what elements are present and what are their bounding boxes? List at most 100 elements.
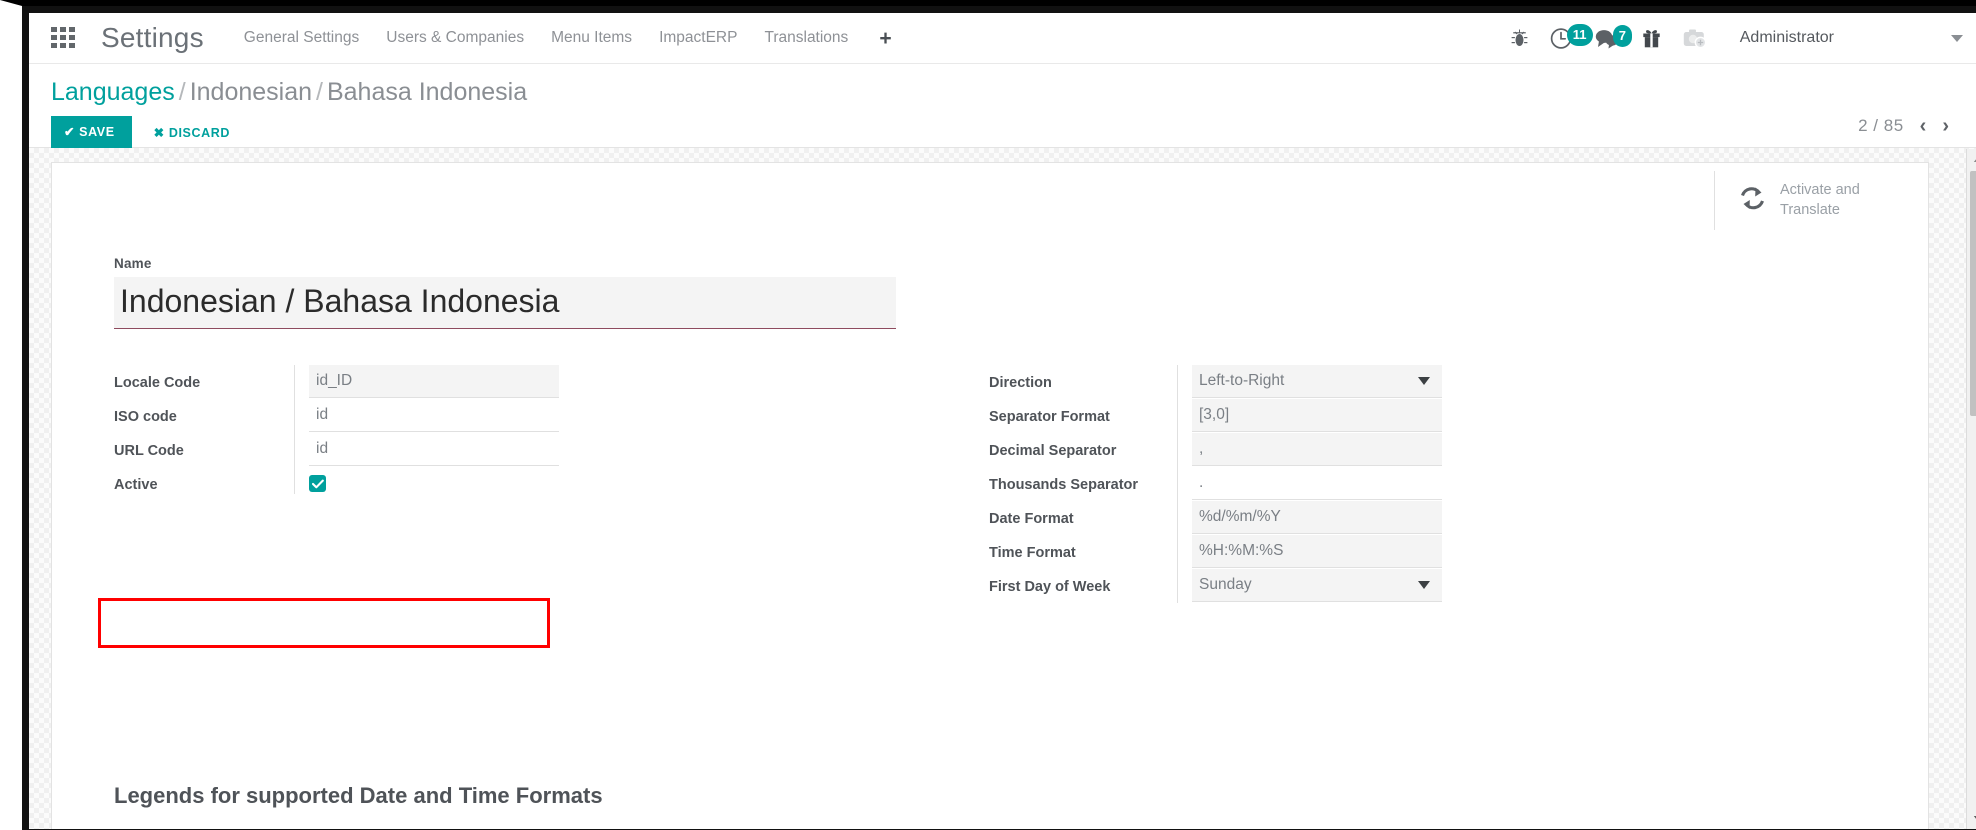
gift-icon[interactable] — [1642, 28, 1661, 48]
field-row-date-format: Date Format — [989, 501, 1844, 536]
direction-select-wrap — [1192, 365, 1442, 399]
active-label: Active — [114, 477, 158, 494]
first-day-of-week-value-cell — [1177, 569, 1844, 604]
window-frame-left — [22, 6, 29, 830]
date-format-input[interactable] — [1192, 501, 1442, 535]
clock-icon[interactable]: 11 — [1550, 23, 1593, 50]
pager-prev-icon[interactable]: ‹ — [1920, 116, 1927, 136]
scrollbar-thumb[interactable] — [1970, 171, 1976, 416]
decimal-separator-label: Decimal Separator — [989, 443, 1117, 460]
url-code-value-cell — [294, 433, 969, 468]
locale-code-value-cell — [294, 365, 969, 400]
field-row-decimal-separator: Decimal Separator — [989, 433, 1844, 468]
field-row-active: Active — [114, 467, 969, 500]
first-day-of-week-select[interactable] — [1192, 569, 1442, 603]
decimal-separator-value-cell — [1177, 433, 1844, 468]
browser-window: Settings General Settings Users & Compan… — [0, 0, 1976, 830]
discard-button[interactable]: ✖ DISCARD — [140, 117, 244, 148]
avatar[interactable] — [1683, 28, 1709, 49]
form-sheet: Activate and Translate Name Locale Code — [51, 162, 1929, 829]
clock-badge-count: 11 — [1566, 23, 1593, 46]
discard-button-label: DISCARD — [168, 125, 230, 140]
activate-and-translate-button[interactable]: Activate and Translate — [1714, 171, 1910, 231]
url-code-input[interactable] — [309, 433, 559, 467]
breadcrumb-languages[interactable]: Languages — [51, 78, 175, 106]
direction-value-cell — [1177, 365, 1844, 400]
app-brand-title[interactable]: Settings — [101, 22, 204, 54]
menu-item-users-companies[interactable]: Users & Companies — [386, 29, 524, 47]
form-column-left: Locale Code ISO code — [114, 365, 969, 603]
breadcrumb: Languages / Indonesian / Bahasa Indonesia — [51, 78, 1967, 107]
iso-code-input[interactable] — [309, 399, 559, 433]
locale-code-label: Locale Code — [114, 375, 201, 392]
decimal-separator-input[interactable] — [1192, 433, 1442, 467]
iso-code-value-cell — [294, 399, 969, 434]
add-menu-button[interactable]: + — [875, 28, 895, 49]
field-row-direction: Direction — [989, 365, 1844, 400]
app-root: Settings General Settings Users & Compan… — [29, 13, 1976, 829]
apps-grid-icon[interactable] — [51, 27, 75, 49]
activate-and-translate-label: Activate and Translate — [1780, 182, 1860, 218]
legend-section-heading: Legends for supported Date and Time Form… — [114, 783, 603, 808]
active-checkbox[interactable] — [309, 475, 326, 493]
field-row-time-format: Time Format — [989, 535, 1844, 570]
stat-button-box: Activate and Translate — [52, 163, 1928, 231]
form-columns: Locale Code ISO code — [114, 365, 1928, 604]
record-pager: 2 / 85 ‹ › — [1858, 116, 1949, 136]
menu-item-menu-items[interactable]: Menu Items — [551, 29, 632, 47]
vertical-scrollbar[interactable] — [1966, 149, 1976, 829]
field-row-thousands-separator: Thousands Separator — [989, 467, 1844, 502]
field-row-separator-format: Separator Format — [989, 399, 1844, 434]
pager-next-icon[interactable]: › — [1942, 116, 1949, 136]
time-format-value-cell — [1177, 535, 1844, 570]
date-format-value-cell — [1177, 501, 1844, 536]
field-row-locale-code: Locale Code — [114, 365, 969, 400]
direction-select[interactable] — [1192, 365, 1442, 399]
control-panel: Languages / Indonesian / Bahasa Indonesia ✔ … — [29, 64, 1976, 148]
thousands-separator-label: Thousands Separator — [989, 477, 1139, 494]
first-day-of-week-select-wrap — [1192, 569, 1442, 603]
locale-code-input[interactable] — [309, 365, 559, 399]
scroll-up-icon[interactable] — [1967, 149, 1976, 169]
bug-icon[interactable] — [1511, 29, 1528, 48]
pager-counter: 2 / 85 — [1858, 116, 1904, 135]
save-button-label: SAVE — [79, 125, 115, 139]
top-navbar: Settings General Settings Users & Compan… — [29, 13, 1976, 64]
date-format-label: Date Format — [989, 511, 1074, 528]
menu-item-impacterp[interactable]: ImpactERP — [659, 29, 737, 47]
form-column-right: Direction Separator Format — [989, 365, 1844, 604]
messages-badge-count: 7 — [1612, 24, 1632, 47]
form-body: Name Locale Code — [52, 230, 1928, 808]
active-value-cell — [294, 467, 969, 494]
separator-format-value-cell — [1177, 399, 1844, 434]
thousands-separator-value-cell — [1177, 467, 1844, 502]
chevron-down-icon[interactable] — [1951, 34, 1963, 42]
messages-icon[interactable]: 7 — [1595, 24, 1632, 49]
menu-item-translations[interactable]: Translations — [764, 29, 848, 47]
separator-format-input[interactable] — [1192, 399, 1442, 433]
thousands-separator-input[interactable] — [1192, 467, 1442, 501]
breadcrumb-separator-1: / — [178, 78, 186, 106]
close-icon: ✖ — [153, 125, 165, 140]
user-name-label[interactable]: Administrator — [1740, 29, 1834, 47]
refresh-sync-icon — [1739, 186, 1766, 216]
name-field-label: Name — [114, 256, 152, 272]
direction-label: Direction — [989, 375, 1052, 392]
check-icon: ✔ — [64, 125, 76, 139]
separator-format-label: Separator Format — [989, 409, 1110, 426]
breadcrumb-indonesian[interactable]: Indonesian — [190, 78, 312, 106]
first-day-of-week-label: First Day of Week — [989, 579, 1111, 596]
save-button[interactable]: ✔ SAVE — [51, 116, 132, 148]
scroll-down-icon[interactable] — [1967, 809, 1976, 829]
menu-item-general-settings[interactable]: General Settings — [244, 29, 359, 47]
record-action-buttons: ✔ SAVE ✖ DISCARD — [51, 116, 1967, 148]
breadcrumb-separator-2: / — [316, 78, 323, 106]
time-format-input[interactable] — [1192, 535, 1442, 569]
url-code-label: URL Code — [114, 443, 184, 460]
name-input[interactable] — [114, 277, 896, 330]
field-row-iso-code: ISO code — [114, 399, 969, 434]
breadcrumb-bahasa-indonesia: Bahasa Indonesia — [326, 78, 528, 106]
form-background: Activate and Translate Name Locale Code — [29, 148, 1976, 829]
window-frame-top — [22, 6, 1976, 13]
field-row-url-code: URL Code — [114, 433, 969, 468]
